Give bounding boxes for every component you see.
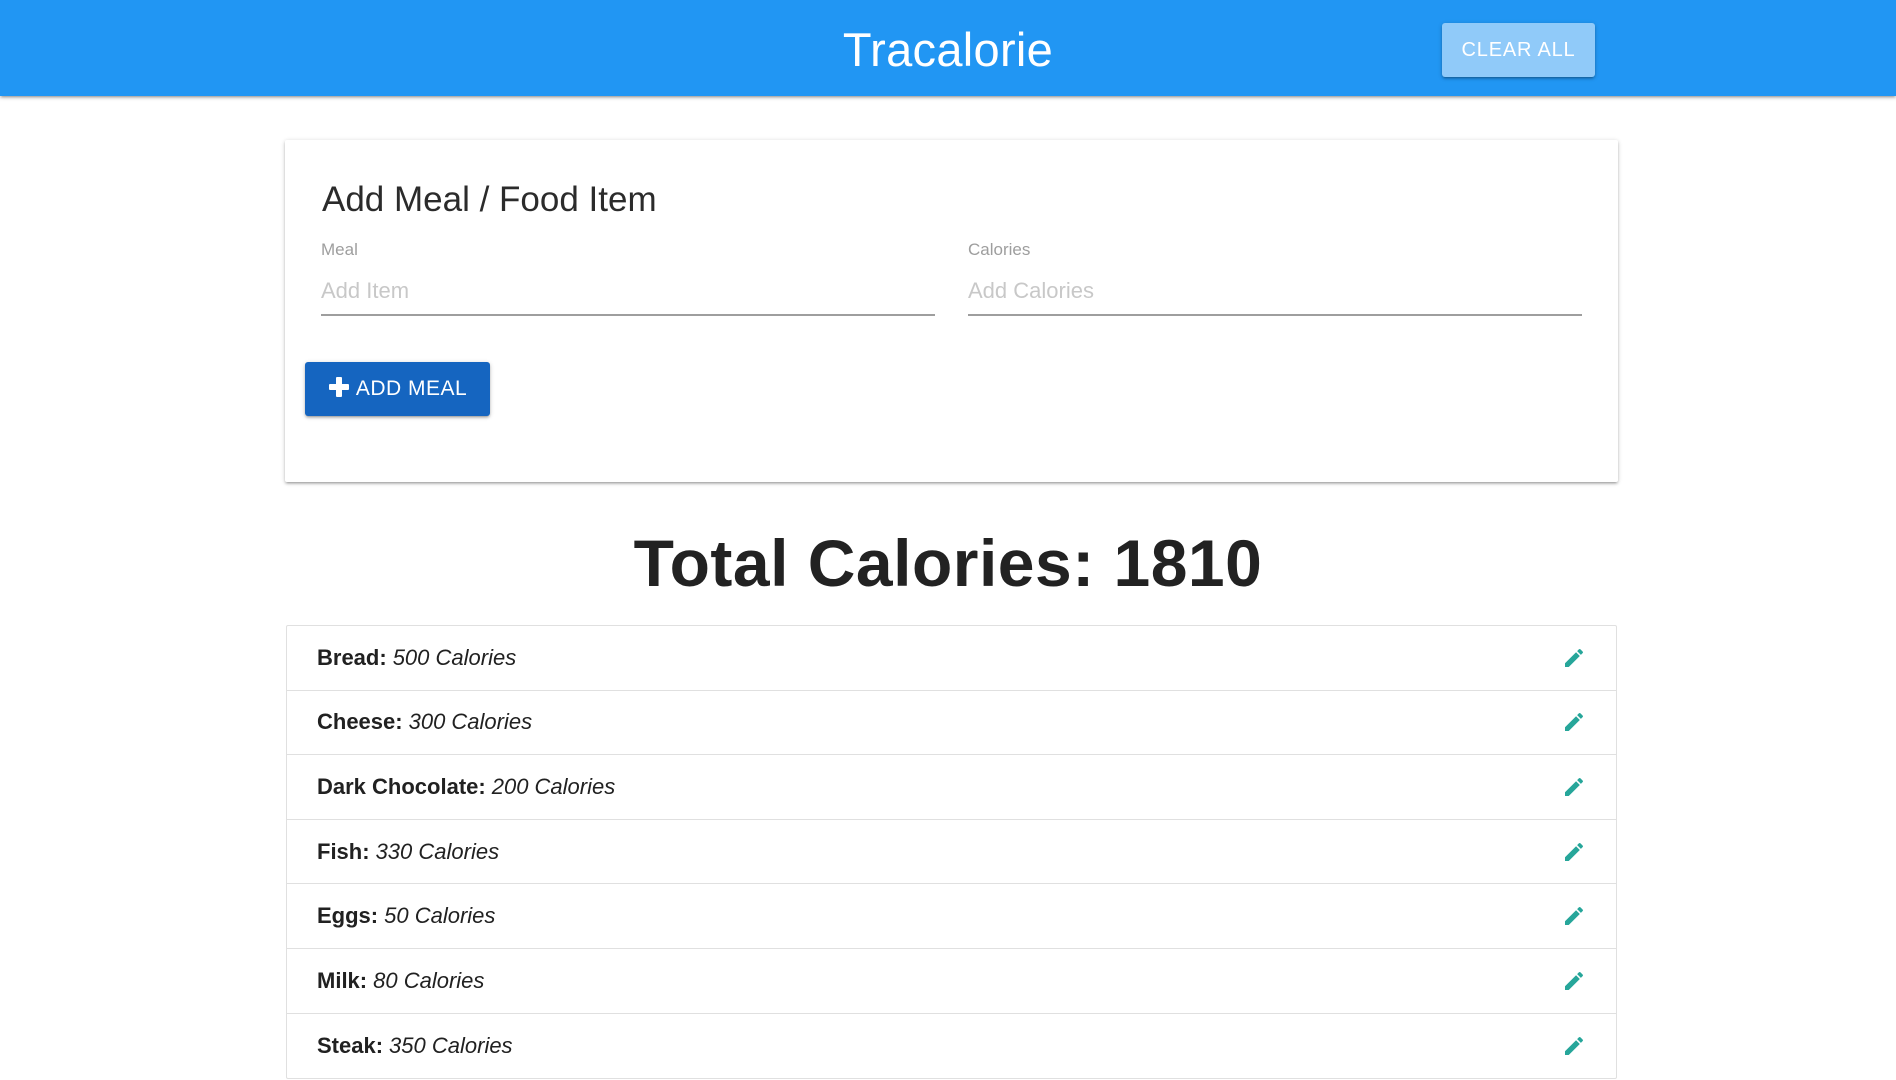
calories-label: Calories <box>968 240 1031 259</box>
item-name: Eggs: <box>317 903 379 929</box>
add-meal-card: Add Meal / Food Item Meal Calories ADD M… <box>285 140 1618 482</box>
total-calories: Total Calories: 1810 <box>633 526 1263 600</box>
item-list: Bread: 500 Calories Cheese: 300 Calories Dar… <box>286 625 1617 1080</box>
pencil-icon[interactable] <box>1562 904 1586 928</box>
item-calories: 350 Calories <box>389 1032 513 1058</box>
calories-field: Calories <box>968 240 1582 330</box>
pencil-icon[interactable] <box>1562 646 1586 670</box>
pencil-icon[interactable] <box>1562 710 1586 734</box>
item-name: Cheese: <box>317 709 403 735</box>
brand-logo[interactable]: Tracalorie <box>0 0 1896 96</box>
pencil-icon[interactable] <box>1562 1034 1586 1058</box>
item-name: Fish: <box>317 838 370 864</box>
item-name: Dark Chocolate: <box>317 773 486 799</box>
pencil-icon[interactable] <box>1562 969 1586 993</box>
list-item: Steak: 350 Calories <box>287 1014 1616 1079</box>
item-calories: 300 Calories <box>408 709 533 735</box>
list-item: Eggs: 50 Calories <box>287 884 1616 949</box>
list-item: Milk: 80 Calories <box>287 949 1616 1014</box>
list-item: Cheese: 300 Calories <box>287 691 1616 756</box>
plus-icon <box>328 376 350 398</box>
clear-all-button[interactable]: CLEAR ALL <box>1442 23 1595 77</box>
item-name: Milk: <box>317 967 368 993</box>
item-name: Steak: <box>317 1032 384 1058</box>
list-item: Bread: 500 Calories <box>287 626 1616 691</box>
list-item: Fish: 330 Calories <box>287 820 1616 885</box>
item-calories: 80 Calories <box>373 967 485 993</box>
meal-label: Meal <box>321 240 358 259</box>
item-calories: 50 Calories <box>384 903 496 929</box>
add-meal-label: ADD MEAL <box>355 377 468 400</box>
item-calories: 500 Calories <box>392 644 517 670</box>
add-meal-button[interactable]: ADD MEAL <box>305 362 490 416</box>
meal-input[interactable] <box>321 268 935 316</box>
item-calories: 330 Calories <box>375 838 500 864</box>
pencil-icon[interactable] <box>1562 775 1586 799</box>
list-item: Dark Chocolate: 200 Calories <box>287 755 1616 820</box>
calories-input[interactable] <box>968 268 1582 316</box>
card-title: Add Meal / Food Item <box>322 180 657 219</box>
item-name: Bread: <box>317 644 387 670</box>
item-calories: 200 Calories <box>491 773 616 799</box>
pencil-icon[interactable] <box>1562 840 1586 864</box>
meal-field: Meal <box>321 240 935 330</box>
navbar: Tracalorie CLEAR ALL <box>0 0 1896 96</box>
